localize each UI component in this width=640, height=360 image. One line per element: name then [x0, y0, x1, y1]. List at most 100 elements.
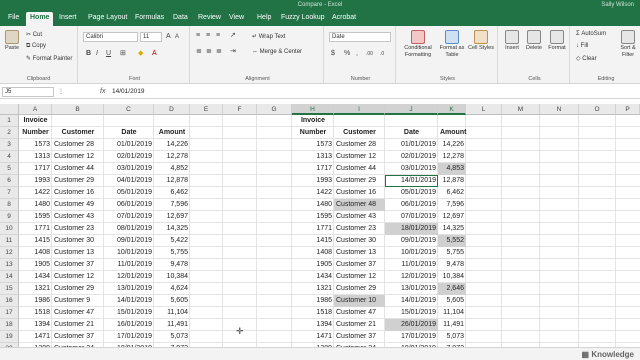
- cell-left[interactable]: Customer 29: [52, 283, 104, 295]
- cell-right[interactable]: Customer 37: [334, 331, 385, 343]
- tab-formulas[interactable]: Formulas: [131, 12, 168, 26]
- cell-left[interactable]: 14/01/2019: [104, 295, 154, 307]
- cell-right[interactable]: 10/01/2019: [385, 247, 438, 259]
- clear-button[interactable]: ◇ Clear: [576, 55, 597, 62]
- cell-right[interactable]: 03/01/2019: [385, 163, 438, 175]
- cell-left[interactable]: 04/01/2019: [104, 175, 154, 187]
- cell-right[interactable]: 10,384: [438, 271, 466, 283]
- cell-right[interactable]: 1394: [292, 319, 334, 331]
- cell-left[interactable]: 08/01/2019: [104, 223, 154, 235]
- cell-left[interactable]: 5,422: [154, 235, 190, 247]
- cell-styles-button[interactable]: Cell Styles: [468, 30, 494, 52]
- cell-left[interactable]: 1408: [19, 247, 52, 259]
- cell-left[interactable]: 05/01/2019: [104, 187, 154, 199]
- cell-left[interactable]: Customer 21: [52, 319, 104, 331]
- fill-color-icon[interactable]: ◆: [138, 50, 143, 58]
- cell-left[interactable]: 16/01/2019: [104, 319, 154, 331]
- align-top-icon[interactable]: ≡: [196, 32, 200, 40]
- column-header-e[interactable]: E: [190, 104, 223, 115]
- header-invoice-left[interactable]: Invoice: [19, 115, 52, 127]
- cell-left[interactable]: 07/01/2019: [104, 211, 154, 223]
- copy-button[interactable]: ⧉ Copy: [26, 43, 46, 50]
- row-header[interactable]: 10: [0, 223, 19, 235]
- font-name-select[interactable]: Calibri: [83, 32, 138, 42]
- cell-left[interactable]: Customer 37: [52, 259, 104, 271]
- cell-left[interactable]: Customer 16: [52, 187, 104, 199]
- header-amount-left[interactable]: Amount: [154, 127, 190, 139]
- name-box[interactable]: J5: [2, 87, 54, 97]
- cell-left[interactable]: Customer 28: [52, 139, 104, 151]
- cell-right[interactable]: 1480: [292, 199, 334, 211]
- tab-insert[interactable]: Insert: [55, 12, 81, 26]
- row-header[interactable]: 18: [0, 319, 19, 331]
- merge-center-button[interactable]: ⇔ Merge & Center: [252, 49, 302, 55]
- currency-icon[interactable]: $: [331, 50, 335, 58]
- header-date-right[interactable]: Date: [385, 127, 438, 139]
- fx-icon[interactable]: fx: [100, 87, 105, 97]
- cell-right[interactable]: 11,491: [438, 319, 466, 331]
- cell-left[interactable]: 12,278: [154, 151, 190, 163]
- cell-right[interactable]: 14,226: [438, 139, 466, 151]
- tab-acrobat[interactable]: Acrobat: [328, 12, 360, 26]
- cell-left[interactable]: 14,325: [154, 223, 190, 235]
- cell-left[interactable]: 1595: [19, 211, 52, 223]
- active-cell[interactable]: 14/01/2019: [385, 175, 438, 187]
- row-header[interactable]: 17: [0, 307, 19, 319]
- cell-left[interactable]: Customer 37: [52, 331, 104, 343]
- cell-right[interactable]: Customer 29: [334, 175, 385, 187]
- row-header[interactable]: 1: [0, 115, 19, 127]
- paste-button[interactable]: Paste: [4, 30, 20, 52]
- sort-filter-button[interactable]: Sort & Filter: [616, 30, 640, 59]
- cell-left[interactable]: 1394: [19, 319, 52, 331]
- row-header[interactable]: 8: [0, 199, 19, 211]
- delete-cells-button[interactable]: Delete: [524, 30, 544, 52]
- row-header[interactable]: 9: [0, 211, 19, 223]
- font-color-icon[interactable]: A: [152, 50, 157, 58]
- cell-right[interactable]: 15/01/2019: [385, 307, 438, 319]
- bold-icon[interactable]: B: [86, 50, 91, 58]
- borders-icon[interactable]: ⊞: [120, 50, 126, 58]
- column-header-p[interactable]: P: [616, 104, 640, 115]
- cell-right[interactable]: 06/01/2019: [385, 199, 438, 211]
- cell-left[interactable]: 1518: [19, 307, 52, 319]
- cell-right[interactable]: Customer 23: [334, 223, 385, 235]
- cell-left[interactable]: 10,384: [154, 271, 190, 283]
- header-date-left[interactable]: Date: [104, 127, 154, 139]
- cell-left[interactable]: Customer 43: [52, 211, 104, 223]
- align-left-icon[interactable]: ≣: [196, 48, 202, 56]
- align-center-icon[interactable]: ≣: [206, 48, 212, 56]
- cell-right[interactable]: Customer 44: [334, 163, 385, 175]
- column-header-n[interactable]: N: [540, 104, 579, 115]
- column-header-j[interactable]: J: [385, 104, 438, 115]
- row-header[interactable]: 7: [0, 187, 19, 199]
- tab-file[interactable]: File: [4, 12, 23, 26]
- row-header[interactable]: 5: [0, 163, 19, 175]
- row-header[interactable]: 2: [0, 127, 19, 139]
- cell-left[interactable]: 6,462: [154, 187, 190, 199]
- cell-right[interactable]: Customer 29: [334, 283, 385, 295]
- autosum-button[interactable]: Σ AutoSum: [576, 31, 606, 37]
- cell-right[interactable]: 1471: [292, 331, 334, 343]
- cell-left[interactable]: 13/01/2019: [104, 283, 154, 295]
- cell-left[interactable]: Customer 44: [52, 163, 104, 175]
- cell-right[interactable]: Customer 47: [334, 307, 385, 319]
- formula-input[interactable]: 14/01/2019: [112, 87, 145, 97]
- cell-right[interactable]: 12,278: [438, 151, 466, 163]
- cell-right[interactable]: 2,646: [438, 283, 466, 295]
- cell-left[interactable]: 1434: [19, 271, 52, 283]
- cell-left[interactable]: 5,073: [154, 331, 190, 343]
- cell-right[interactable]: Customer 13: [334, 247, 385, 259]
- cell-left[interactable]: 1717: [19, 163, 52, 175]
- cell-right[interactable]: 07/01/2019: [385, 211, 438, 223]
- column-header-k[interactable]: K: [438, 104, 466, 115]
- row-header[interactable]: 15: [0, 283, 19, 295]
- row-header[interactable]: 4: [0, 151, 19, 163]
- cell-left[interactable]: 06/01/2019: [104, 199, 154, 211]
- cell-left[interactable]: 14,226: [154, 139, 190, 151]
- align-middle-icon[interactable]: ≡: [206, 32, 210, 40]
- cell-right[interactable]: Customer 30: [334, 235, 385, 247]
- cell-right[interactable]: 1986: [292, 295, 334, 307]
- header-invoice-right[interactable]: Invoice: [292, 115, 334, 127]
- number-format-select[interactable]: Date: [329, 32, 391, 42]
- cell-right[interactable]: 4,853: [438, 163, 466, 175]
